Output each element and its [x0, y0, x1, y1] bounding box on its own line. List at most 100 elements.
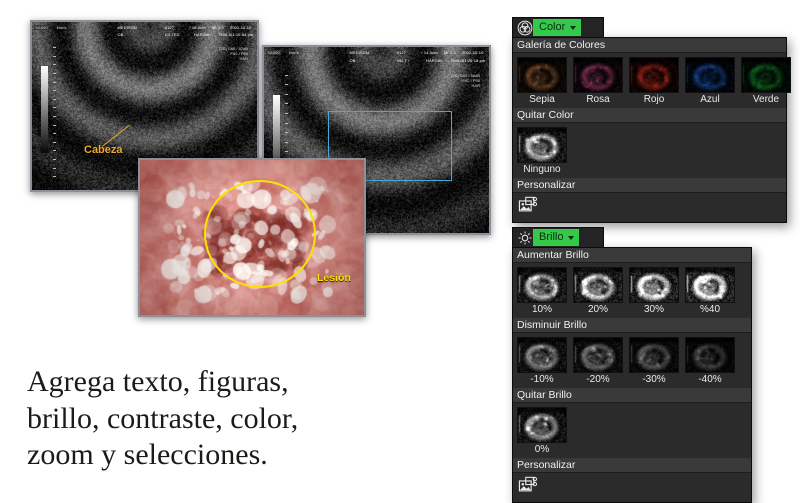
caption-line-1: Agrega texto, figuras,: [27, 365, 289, 398]
gallery-item-0[interactable]: 0%: [517, 407, 567, 456]
gallery-item-thumbnail: [685, 267, 735, 303]
gallery-item-thumbnail: [629, 57, 679, 93]
gallery-item-thumbnail: [685, 337, 735, 373]
gallery-item-label: Ninguno: [523, 164, 561, 175]
gallery-item-40[interactable]: -40%: [685, 337, 735, 386]
section-header: Aumentar Brillo: [513, 248, 751, 263]
gallery-item-40[interactable]: %40: [685, 267, 735, 316]
section-header: Quitar Color: [513, 108, 786, 123]
section-header: Quitar Brillo: [513, 388, 751, 403]
chevron-down-icon[interactable]: [568, 236, 575, 240]
section-header: Galería de Colores: [513, 38, 786, 53]
color-panel-header[interactable]: Color: [512, 17, 604, 38]
ultrasound-header-overlay: SA500 kim/s MEDISON OB #127/ 16.0cm MI 0.9 200…: [34, 24, 254, 37]
gallery-item-label: Rosa: [586, 94, 610, 105]
ultrasound-gain-overlay: [2D] G68 / 57dB FA2 / P60 HAR: [219, 45, 248, 61]
gallery-item-thumbnail: [517, 127, 567, 163]
annotation-label-cabeza: Cabeza: [84, 144, 123, 156]
gallery-item-label: Sepia: [529, 94, 555, 105]
caption-text: Agrega texto, figuras, brillo, contraste…: [27, 364, 427, 474]
section-header: Personalizar: [513, 458, 751, 473]
brightness-panel-title-text: Brillo: [539, 231, 564, 243]
thumbnail-canvas: [518, 268, 566, 302]
color-wheel-icon: [516, 19, 533, 36]
thumbnail-canvas: [574, 268, 622, 302]
annotation-label-lesion: Lesión: [317, 272, 351, 284]
gallery-item-thumbnail: [685, 57, 735, 93]
gallery-item-label: Verde: [752, 94, 780, 105]
picture-settings-icon[interactable]: [518, 476, 538, 494]
gallery-item-label: -20%: [586, 374, 610, 385]
section-header: Personalizar: [513, 178, 786, 193]
gallery-item-label: Azul: [700, 94, 720, 105]
gallery-item-sepia[interactable]: Sepia: [517, 57, 567, 106]
caption-line-3: zoom y selecciones.: [27, 438, 268, 472]
ultrasound-header-overlay: SA500 kim/s MEDISON OB #127/ 14.0cm MI 1.3 200…: [266, 49, 486, 63]
thumbnail-canvas: [686, 268, 734, 302]
grayscale-bar: [41, 65, 49, 154]
chevron-down-icon[interactable]: [570, 26, 577, 30]
thumbnail-canvas: [574, 338, 622, 372]
thumbnail-canvas: [630, 58, 678, 92]
gallery-item-label: 30%: [643, 304, 664, 315]
gallery-item-label: %40: [699, 304, 720, 315]
brightness-panel-header[interactable]: Brillo: [512, 227, 604, 248]
thumbnail-canvas: [686, 58, 734, 92]
gallery-item-thumbnail: [573, 57, 623, 93]
customize-row: [513, 193, 786, 222]
gallery-item-20[interactable]: 20%: [573, 267, 623, 316]
gallery-item-thumbnail: [573, 337, 623, 373]
depth-ruler: [53, 47, 57, 181]
gallery-item-label: 10%: [531, 304, 552, 315]
gallery-item-thumbnail: [573, 267, 623, 303]
color-panel-title[interactable]: Color: [533, 19, 582, 36]
selection-ellipse[interactable]: [204, 180, 316, 288]
gallery-item-thumbnail: [629, 267, 679, 303]
gallery-item-30[interactable]: 30%: [629, 267, 679, 316]
ultrasound-gain-overlay: [2D] G50 / 56dB FA2 / P56 HAR: [451, 73, 480, 89]
color-panel-title-text: Color: [539, 21, 566, 33]
brightness-panel: Aumentar Brillo 10% 20% 30% %40 Disminuir Bri…: [512, 247, 752, 503]
caption-line-2: brillo, contraste, color,: [27, 401, 299, 435]
gallery-item-label: 20%: [587, 304, 608, 315]
thumbnail-canvas: [686, 338, 734, 372]
gallery-item-label: -40%: [698, 374, 722, 385]
endoscopy-image: Lesión: [138, 158, 366, 317]
customize-row: [513, 473, 751, 502]
gallery-item-thumbnail: [517, 267, 567, 303]
section-gallery: Ninguno: [513, 123, 786, 178]
gallery-item-label: -10%: [530, 374, 554, 385]
thumbnail-canvas: [630, 338, 678, 372]
gallery-item-rosa[interactable]: Rosa: [573, 57, 623, 106]
gallery-item-label: 0%: [534, 444, 550, 455]
thumbnail-canvas: [518, 58, 566, 92]
color-panel: Galería de Colores Sepia Rosa Rojo Azul Verde…: [512, 37, 791, 223]
section-gallery: 10% 20% 30% %40: [513, 263, 751, 318]
gallery-item-20[interactable]: -20%: [573, 337, 623, 386]
section-gallery: 0%: [513, 403, 751, 458]
thumbnail-canvas: [518, 338, 566, 372]
section-header: Disminuir Brillo: [513, 318, 751, 333]
gallery-item-rojo[interactable]: Rojo: [629, 57, 679, 106]
gallery-item-ninguno[interactable]: Ninguno: [517, 127, 567, 176]
gallery-item-10[interactable]: -10%: [517, 337, 567, 386]
gallery-item-30[interactable]: -30%: [629, 337, 679, 386]
thumbnail-canvas: [742, 58, 790, 92]
brightness-panel-title[interactable]: Brillo: [533, 229, 580, 246]
section-gallery: Sepia Rosa Rojo Azul Verde: [513, 53, 791, 108]
gallery-item-verde[interactable]: Verde: [741, 57, 791, 106]
gallery-item-thumbnail: [517, 407, 567, 443]
gallery-item-label: -30%: [642, 374, 666, 385]
thumbnail-canvas: [518, 408, 566, 442]
sun-brightness-icon: [516, 229, 533, 246]
gallery-item-thumbnail: [629, 337, 679, 373]
gallery-item-10[interactable]: 10%: [517, 267, 567, 316]
thumbnail-canvas: [518, 128, 566, 162]
section-gallery: -10% -20% -30% -40%: [513, 333, 751, 388]
gallery-item-label: Rojo: [643, 94, 665, 105]
gallery-item-thumbnail: [517, 57, 567, 93]
gallery-item-azul[interactable]: Azul: [685, 57, 735, 106]
gallery-item-thumbnail: [517, 337, 567, 373]
picture-settings-icon[interactable]: [518, 196, 538, 214]
gallery-item-thumbnail: [741, 57, 791, 93]
